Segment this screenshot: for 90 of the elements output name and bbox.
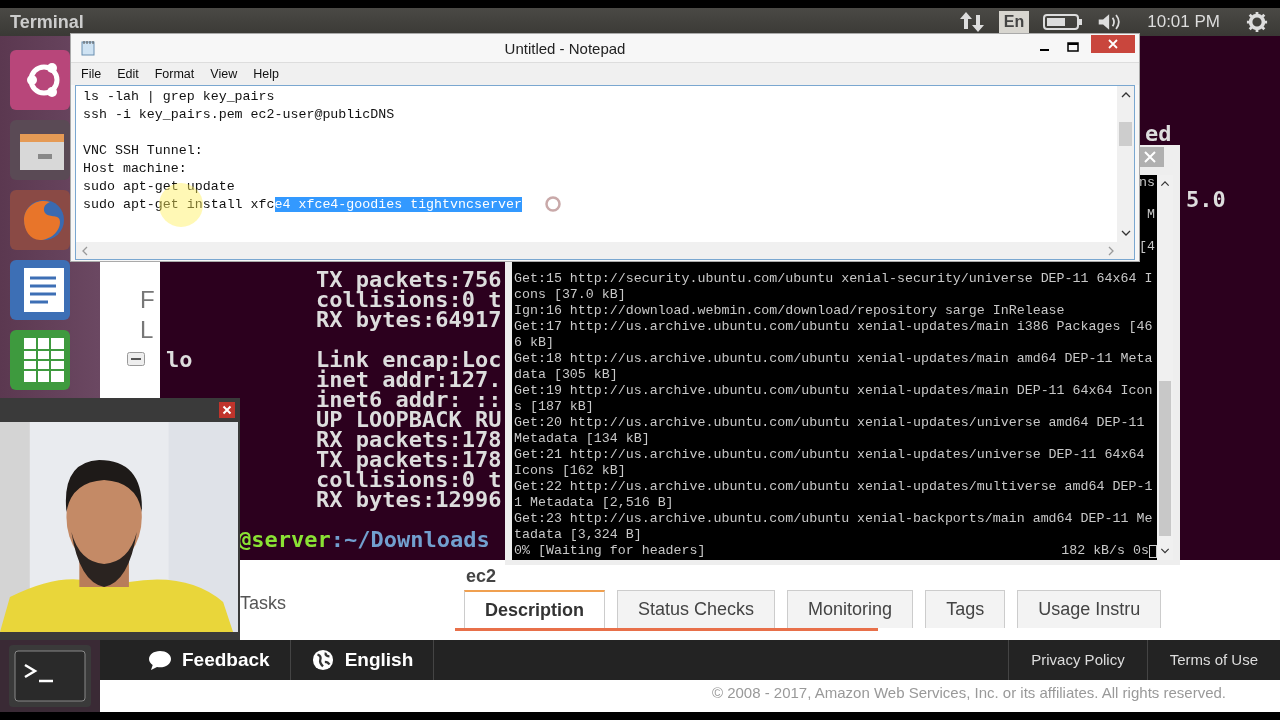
- terminal-line: Get:22 http://us.archive.ubuntu.com/ubuntu xenial-updates/multiverse amd64 DEP-1: [514, 479, 1153, 494]
- text-line: Host machine:: [83, 161, 187, 176]
- notepad-icon: [81, 40, 95, 56]
- menu-item[interactable]: View: [210, 67, 238, 81]
- gear-icon[interactable]: [1244, 11, 1270, 33]
- keyboard-layout-indicator[interactable]: En: [998, 11, 1030, 33]
- text-cursor: [1149, 544, 1157, 558]
- terminal-line: collisions:0 t: [316, 290, 502, 310]
- file-cabinet-icon[interactable]: [10, 120, 70, 180]
- terminal-line: Link encap:Loc: [316, 350, 502, 370]
- terminal-line: Ign:16 http://download.webmin.com/download/repository sarge InRelease: [514, 303, 1065, 318]
- terminal-line: RX bytes:64917: [316, 310, 502, 330]
- instance-heading: ec2: [466, 566, 497, 587]
- scroll-thumb[interactable]: [1159, 380, 1171, 537]
- scroll-thumb[interactable]: [1119, 122, 1132, 146]
- text-line: ssh -i key_pairs.pem ec2-user@publicDNS: [83, 107, 395, 122]
- menu-item[interactable]: Help: [253, 67, 279, 81]
- text-line: sudo apt-get update: [83, 179, 235, 194]
- tab[interactable]: Usage Instru: [1017, 590, 1162, 628]
- network-arrows-icon[interactable]: [958, 11, 985, 33]
- footer-link[interactable]: Privacy Policy: [1008, 640, 1147, 680]
- terminal-line: s [187 kB]: [514, 399, 594, 414]
- tab[interactable]: Tags: [925, 590, 1006, 628]
- close-icon[interactable]: [219, 402, 235, 418]
- menu-item[interactable]: Format: [154, 67, 195, 81]
- terminal-line: Metadata [134 kB]: [514, 431, 650, 446]
- terminal-line: Get:23 http://us.archive.ubuntu.com/ubuntu xenial-backports/main amd64 DEP-11 Me: [514, 511, 1153, 526]
- terminal-line: tadata [3,324 B]: [514, 527, 642, 542]
- terminal-line: Get:17 http://us.archive.ubuntu.com/ubuntu xenial-updates/main i386 Packages [46: [514, 319, 1153, 334]
- prompt-host: @server: [238, 527, 331, 552]
- terminal-line: Get:19 http://us.archive.ubuntu.com/ubuntu xenial-updates/main DEP-11 64x64 Icon: [514, 383, 1153, 398]
- app-title: Terminal: [9, 11, 84, 33]
- terminal-line: inet addr:127.: [316, 370, 502, 390]
- terminal-line: ns: [1139, 175, 1155, 190]
- window-title: Untitled - Notepad: [503, 39, 627, 57]
- sidebar-text: F: [140, 286, 155, 314]
- spreadsheet-icon[interactable]: [10, 330, 70, 390]
- terminal-line: 6 kB]: [514, 335, 554, 350]
- tab[interactable]: Monitoring: [787, 590, 914, 628]
- footer-link[interactable]: Terms of Use: [1146, 640, 1280, 680]
- terminal-line: RX bytes:12996: [316, 490, 502, 510]
- terminal-line: Get:21 http://us.archive.ubuntu.com/ubuntu xenial-updates/universe DEP-11 64x64: [514, 447, 1145, 462]
- terminal-line: TX packets:756: [316, 270, 502, 290]
- terminal-line: [4: [1139, 239, 1155, 254]
- cursor-ring-icon: [544, 195, 562, 213]
- terminal-line: Icons [162 kB]: [514, 463, 626, 478]
- terminal-line: M: [1147, 207, 1155, 222]
- prompt-path: :~/Downloads: [330, 527, 490, 552]
- terminal-line: RX packets:178: [316, 430, 502, 450]
- terminal-line: data [305 kB]: [514, 367, 618, 382]
- clock[interactable]: 10:01 PM: [1137, 12, 1230, 32]
- terminal-line: Get:20 http://us.archive.ubuntu.com/ubuntu xenial-updates/universe amd64 DEP-11: [514, 415, 1145, 430]
- terminal-line: cons [37.0 kB]: [514, 287, 626, 302]
- globe-icon: [310, 649, 335, 671]
- tasks-link[interactable]: Tasks: [240, 593, 286, 614]
- text-area[interactable]: ls -lah | grep key_pairs ssh -i key_pairs.pem ec2-user@publicDNS VNC SSH Tunnel: Host machine: sudo apt-get update sudo apt-get install xfce4 xfce4-goodies tightvncserver: [75, 85, 1135, 260]
- terminal-icon[interactable]: [9, 645, 91, 707]
- terminal-text: 5.0: [1186, 190, 1226, 210]
- language-button[interactable]: English: [290, 640, 435, 680]
- speech-bubble-icon: [148, 649, 172, 671]
- ring-logo-icon[interactable]: [10, 50, 70, 110]
- tab[interactable]: Description: [464, 590, 606, 628]
- scroll-down-icon[interactable]: [1120, 230, 1131, 236]
- text-line: ls -lah | grep key_pairs: [83, 89, 275, 104]
- terminal-line: inet6 addr: ::: [316, 390, 502, 410]
- text-line: sudo apt-get install xfc: [83, 197, 275, 212]
- tab[interactable]: Status Checks: [617, 590, 776, 628]
- terminal-line: 1 Metadata [2,516 B]: [514, 495, 674, 510]
- scroll-up-icon[interactable]: [1160, 181, 1170, 187]
- menu-item[interactable]: Edit: [117, 67, 139, 81]
- scroll-down-icon[interactable]: [1160, 548, 1170, 554]
- scroll-up-icon[interactable]: [1120, 92, 1131, 98]
- collapse-icon[interactable]: [127, 352, 145, 366]
- selected-text: e4 xfce4-goodies tightvncserver: [274, 197, 522, 212]
- progress-text: 0% [Waiting for headers]: [514, 543, 706, 559]
- terminal-line: Get:18 http://us.archive.ubuntu.com/ubuntu xenial-updates/main amd64 DEP-11 Meta: [514, 351, 1153, 366]
- menu-item[interactable]: File: [81, 67, 102, 81]
- terminal-line: collisions:0 t: [316, 470, 502, 490]
- terminal-line: TX packets:178: [316, 450, 502, 470]
- terminal-text: ed: [1145, 124, 1172, 144]
- interface-name: lo: [166, 347, 193, 372]
- battery-icon[interactable]: [1043, 11, 1084, 33]
- terminal-line: Get:15 http://security.ubuntu.com/ubuntu xenial-security/universe DEP-11 64x64 I: [514, 271, 1153, 286]
- document-icon[interactable]: [10, 260, 70, 320]
- text-line: VNC SSH Tunnel:: [83, 143, 203, 158]
- speed-text: 182 kB/s 0s: [1061, 543, 1149, 559]
- copyright-text: © 2008 - 2017, Amazon Web Services, Inc. or its affiliates. All rights reserved.: [711, 684, 1226, 701]
- close-icon[interactable]: [1091, 35, 1135, 53]
- terminal-line: UP LOOPBACK RU: [316, 410, 502, 430]
- sidebar-text: L: [140, 316, 154, 344]
